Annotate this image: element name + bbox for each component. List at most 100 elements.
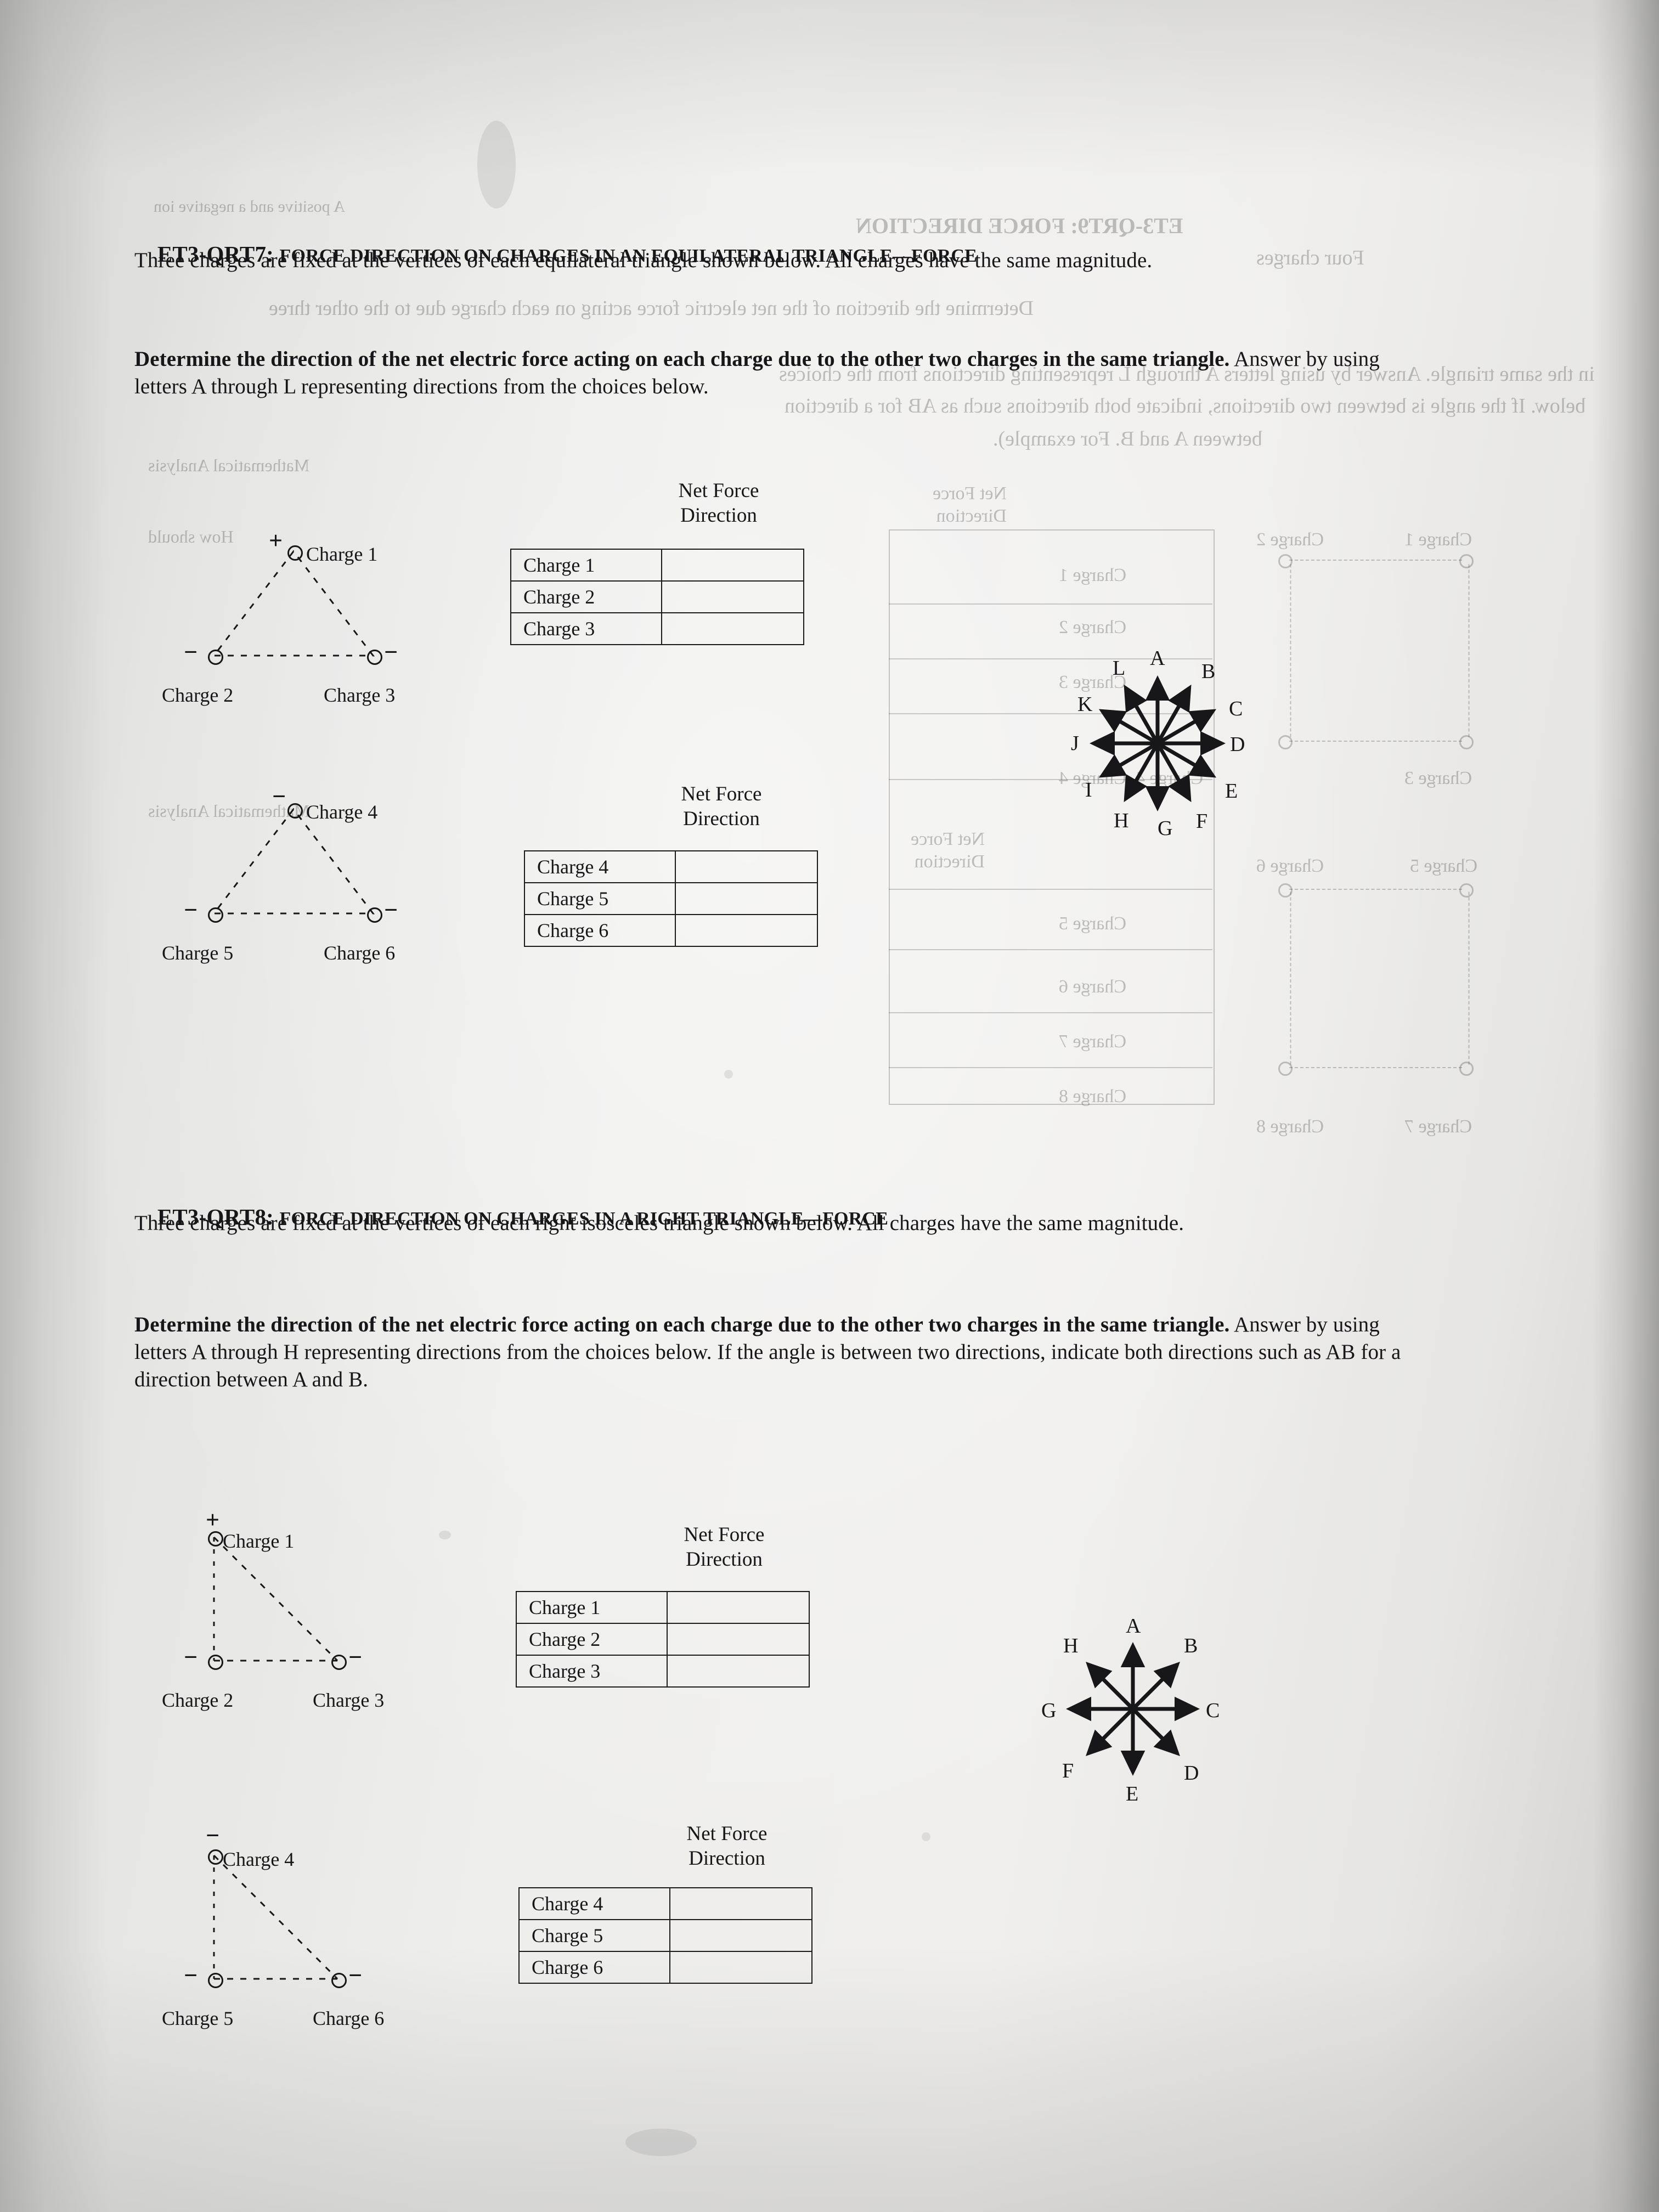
bleed-misc-left-1: Mathematical Analysis <box>148 455 310 475</box>
bleed-charge-node-8 <box>1278 1062 1293 1076</box>
qrt7-star-label-H: H <box>1114 809 1129 832</box>
bleed-charge-node-3 <box>1459 735 1474 749</box>
qrt7-star-label-K: K <box>1077 693 1093 716</box>
qrt7-direction-star: A B C D E F G H I J K L <box>1026 620 1289 872</box>
qrt7-triangle-1: + − − Charge 1 Charge 2 Charge 3 <box>162 521 417 706</box>
qrt7-instruction-bold: Determine the direction of the net elect… <box>134 347 1230 371</box>
qrt7-label-charge5: Charge 5 <box>162 942 234 964</box>
paper-smudge-2 <box>625 2129 697 2156</box>
qrt8-table1: Charge 1 Charge 2 Charge 3 <box>516 1591 810 1688</box>
qrt8-sign-charge3: − <box>348 1644 363 1671</box>
qrt7-t2-row3-value[interactable] <box>675 914 818 947</box>
qrt8-t2-row2-label: Charge 5 <box>518 1919 670 1952</box>
table-row: Charge 5 <box>524 882 818 915</box>
qrt7-star-label-E: E <box>1225 780 1238 803</box>
table-row: Charge 1 <box>516 1591 810 1624</box>
qrt7-sign-charge2: − <box>184 639 198 665</box>
qrt8-table2-header: Net Force Direction <box>686 1822 768 1870</box>
qrt7-t2-row3-label: Charge 6 <box>524 914 676 947</box>
bleed-table-rule-1 <box>889 603 1212 605</box>
qrt7-t2-row2-value[interactable] <box>675 882 818 915</box>
qrt8-t2-row1-value[interactable] <box>669 1887 812 1920</box>
bleed-square-right <box>1468 564 1470 737</box>
bleed-label-charge8: Charge 8 <box>1256 1116 1324 1137</box>
bleed-square2-right <box>1468 891 1470 1065</box>
qrt7-node-charge2 <box>208 650 223 665</box>
qrt7-t1-row3-value[interactable] <box>661 612 804 645</box>
qrt8-label-charge5: Charge 5 <box>162 2007 234 2029</box>
qrt7-sign-charge3: − <box>384 639 398 665</box>
bleed-charge-node-1 <box>1459 554 1474 568</box>
bleed-square-bottom <box>1289 741 1462 742</box>
bleed-label-charge7: Charge 7 <box>1404 1116 1472 1137</box>
qrt7-node-charge5 <box>208 907 223 923</box>
qrt8-star-label-E: E <box>1126 1782 1139 1805</box>
bleed-charge-node-6 <box>1278 883 1293 898</box>
qrt7-table2: Charge 4 Charge 5 Charge 6 <box>524 850 818 947</box>
qrt8-t2-row3-value[interactable] <box>669 1951 812 1984</box>
qrt8-t1-row1-value[interactable] <box>667 1591 810 1624</box>
qrt8-intro: Three charges are fixed at the vertices … <box>134 1211 1184 1235</box>
bleed-table-label-6: Charge 6 <box>1059 977 1127 997</box>
qrt8-t1-row3-value[interactable] <box>667 1655 810 1688</box>
qrt8-t1-row2-label: Charge 2 <box>516 1623 668 1656</box>
qrt7-t2-row1-value[interactable] <box>675 850 818 883</box>
qrt7-star-label-D: D <box>1230 733 1245 756</box>
qrt8-t1-row1-label: Charge 1 <box>516 1591 668 1624</box>
qrt7-t2-row1-label: Charge 4 <box>524 850 676 883</box>
qrt8-triangle-1: + − − Charge 1 Charge 2 Charge 3 <box>162 1506 417 1711</box>
qrt8-label-charge4: Charge 4 <box>223 1848 295 1870</box>
qrt7-star-label-B: B <box>1201 660 1216 683</box>
qrt8-node-charge3 <box>331 1655 347 1670</box>
table-row: Charge 6 <box>524 914 818 947</box>
bleed-square-left <box>1290 564 1291 737</box>
table-row: Charge 2 <box>516 1623 810 1656</box>
qrt7-t1-row3-label: Charge 3 <box>510 612 662 645</box>
qrt8-sign-charge5: − <box>184 1962 198 1989</box>
bleed-netforce-header-left: Net Force Direction <box>933 483 1007 526</box>
qrt7-label-charge1: Charge 1 <box>306 543 378 565</box>
qrt8-node-charge2 <box>208 1655 223 1670</box>
table-row: Charge 6 <box>518 1951 812 1984</box>
qrt8-sign-charge4: − <box>206 1822 220 1849</box>
qrt8-t1-row2-value[interactable] <box>667 1623 810 1656</box>
table-row: Charge 4 <box>524 850 818 883</box>
qrt7-t1-row1-value[interactable] <box>661 549 804 582</box>
qrt7-label-charge2: Charge 2 <box>162 684 234 706</box>
bleed-line-5: between A and B. For example). <box>993 427 1262 450</box>
bleed-line-2: Determine the direction of the net elect… <box>269 297 1034 320</box>
qrt7-sign-charge5: − <box>184 896 198 923</box>
paper-dot-2 <box>724 1070 733 1079</box>
qrt8-table1-header: Net Force Direction <box>684 1523 765 1571</box>
table-row: Charge 3 <box>510 612 804 645</box>
qrt8-label-charge6: Charge 6 <box>313 2007 385 2029</box>
qrt8-t2-row3-label: Charge 6 <box>518 1951 670 1984</box>
qrt8-sign-charge1: + <box>206 1506 220 1533</box>
qrt8-t2-row2-value[interactable] <box>669 1919 812 1952</box>
qrt7-node-charge1 <box>287 545 303 561</box>
bleed-charge-node-2 <box>1278 554 1293 568</box>
bleed-square2-top <box>1289 889 1462 890</box>
qrt7-label-charge6: Charge 6 <box>324 942 396 964</box>
qrt7-t1-row2-label: Charge 2 <box>510 580 662 613</box>
table-row: Charge 2 <box>510 580 804 613</box>
table-row: Charge 1 <box>510 549 804 582</box>
paper-dot-3 <box>439 1531 451 1539</box>
bleed-charge-node-5 <box>1459 883 1474 898</box>
qrt8-label-charge3: Charge 3 <box>313 1689 385 1711</box>
bleed-charge-node-7 <box>1459 1062 1474 1076</box>
qrt8-t1-row3-label: Charge 3 <box>516 1655 668 1688</box>
qrt8-node-charge5 <box>208 1973 223 1988</box>
bleed-square2-bottom <box>1289 1067 1462 1068</box>
qrt8-star-label-C: C <box>1206 1699 1220 1722</box>
qrt7-intro: Three charges are fixed at the vertices … <box>134 249 1153 272</box>
qrt7-t1-row2-value[interactable] <box>661 580 804 613</box>
qrt8-label-charge2: Charge 2 <box>162 1689 234 1711</box>
qrt8-triangle-2: − − − Charge 4 Charge 5 Charge 6 <box>162 1822 417 2029</box>
bleed-table-label-7: Charge 7 <box>1059 1031 1127 1052</box>
qrt7-sign-charge4: − <box>272 783 286 810</box>
qrt8-star-label-D: D <box>1184 1762 1199 1785</box>
bleed-table-label-5: Charge 5 <box>1059 913 1127 934</box>
qrt7-star-label-F: F <box>1196 810 1208 833</box>
qrt8-star-label-H: H <box>1063 1634 1079 1657</box>
